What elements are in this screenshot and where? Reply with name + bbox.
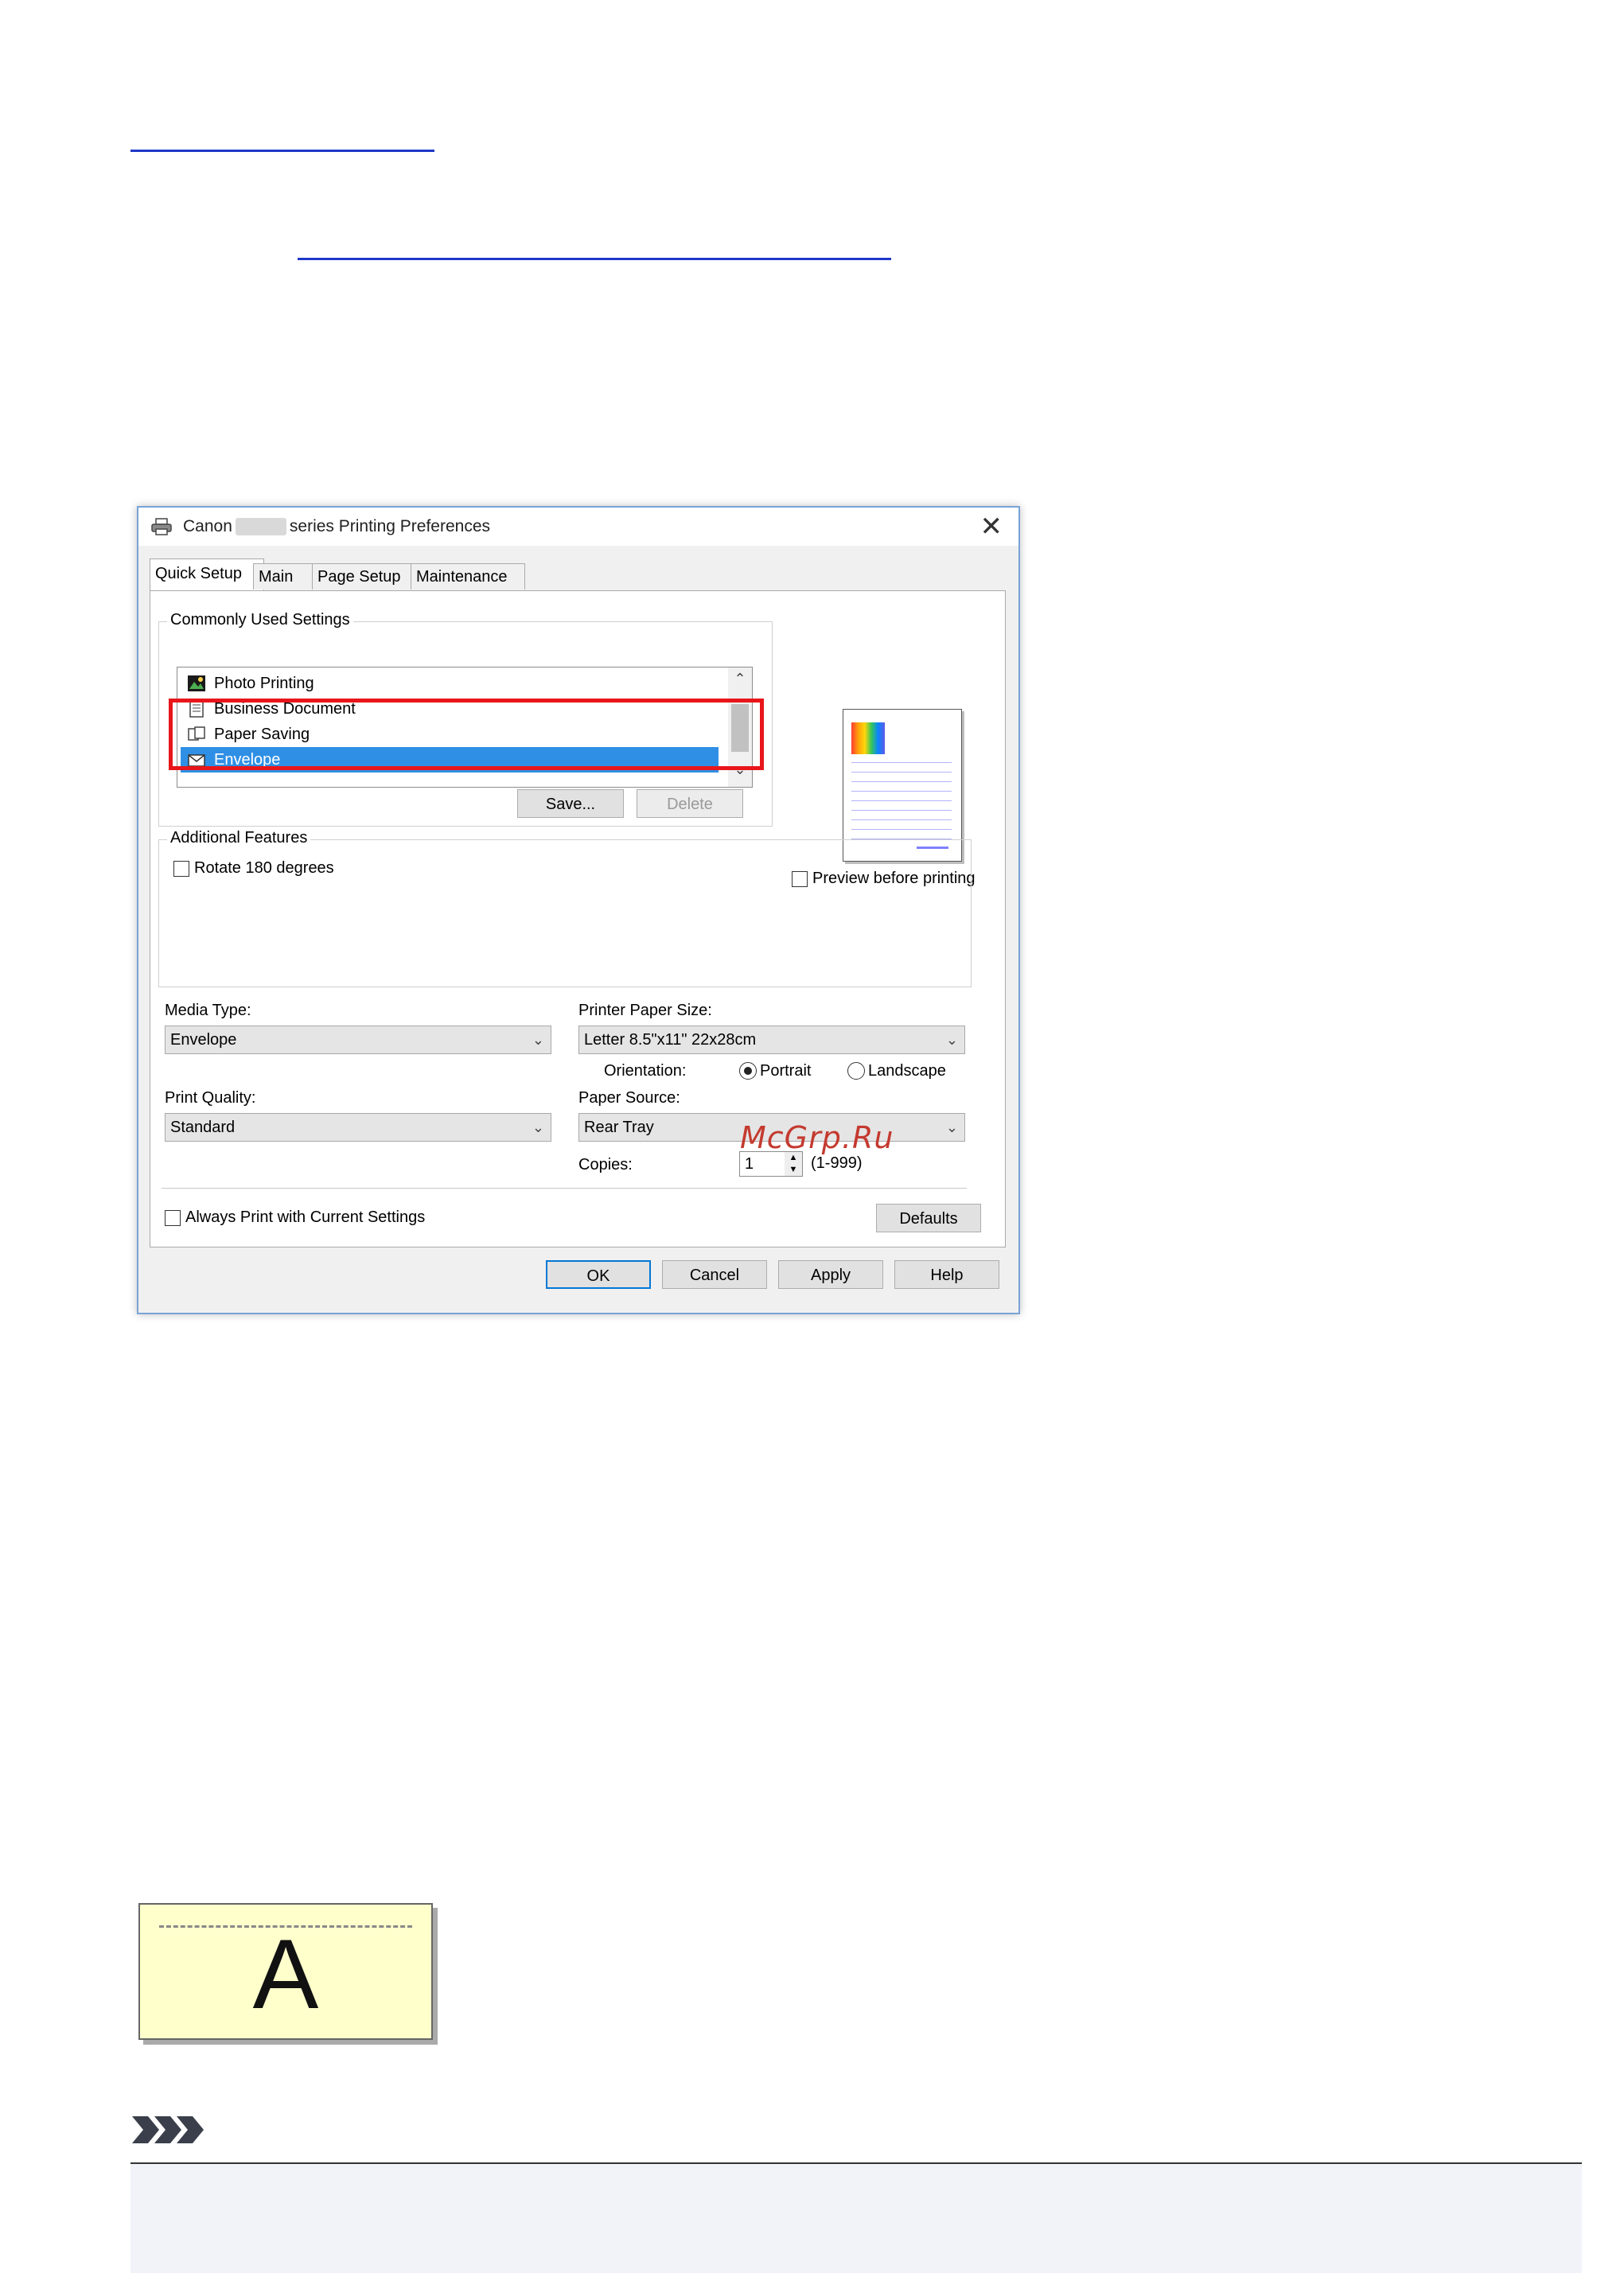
divider (162, 1188, 967, 1189)
copies-value: 1 (745, 1155, 754, 1173)
always-print-label: Always Print with Current Settings (185, 1209, 426, 1226)
note-box (130, 2164, 1582, 2273)
chevron-down-icon: ⌄ (945, 1032, 958, 1048)
group-label-commonly-used: Commonly Used Settings (167, 611, 353, 629)
title-bar: Canon series Printing Preferences ✕ (138, 508, 1018, 546)
chevron-down-icon: ⌄ (945, 1119, 958, 1135)
copies-label: Copies: (578, 1156, 633, 1173)
printer-paper-size-label: Printer Paper Size: (578, 1002, 712, 1019)
watermark: McGrp.Ru (740, 1120, 894, 1155)
portrait-label: Portrait (760, 1062, 812, 1080)
print-quality-value: Standard (170, 1119, 236, 1136)
paper-source-value: Rear Tray (584, 1119, 654, 1136)
landscape-label: Landscape (868, 1062, 946, 1080)
cancel-button[interactable]: Cancel (662, 1260, 767, 1289)
defaults-button[interactable]: Defaults (876, 1204, 981, 1232)
tab-quick-setup[interactable]: Quick Setup (150, 559, 264, 591)
media-type-value: Envelope (170, 1031, 237, 1049)
printer-icon (151, 518, 172, 535)
envelope-illustration: A (138, 1903, 433, 2040)
printer-paper-size-value: Letter 8.5"x11" 22x28cm (584, 1031, 757, 1049)
title-suffix: series Printing Preferences (289, 517, 491, 535)
paper-source-label: Paper Source: (578, 1089, 680, 1107)
color-strip (851, 722, 885, 754)
rotate-180-checkbox[interactable] (173, 861, 189, 877)
print-quality-label: Print Quality: (165, 1089, 256, 1107)
close-icon[interactable]: ✕ (980, 511, 1003, 543)
envelope-letter: A (252, 1920, 319, 2030)
copies-range: (1-999) (811, 1154, 863, 1172)
ok-button[interactable]: OK (546, 1260, 651, 1289)
highlight-box (169, 699, 764, 770)
spinner-arrows-icon[interactable]: ▲ ▼ (785, 1152, 802, 1176)
portrait-radio[interactable] (739, 1062, 757, 1080)
photo-icon (188, 675, 205, 691)
tab-page-setup[interactable]: Page Setup (312, 563, 422, 590)
link-underline-2[interactable] (298, 258, 891, 260)
link-underline-1[interactable] (130, 150, 434, 152)
note-icon (132, 2116, 204, 2143)
apply-button[interactable]: Apply (778, 1260, 883, 1289)
orientation-label: Orientation: (604, 1062, 687, 1080)
landscape-radio[interactable] (847, 1062, 865, 1080)
chevron-down-icon: ⌄ (532, 1032, 544, 1048)
rotate-180-label: Rotate 180 degrees (194, 859, 334, 877)
additional-features-group: Additional Features Rotate 180 degrees (158, 829, 972, 987)
save-button[interactable]: Save... (517, 789, 624, 818)
list-item-label: Photo Printing (214, 675, 314, 692)
help-button[interactable]: Help (894, 1260, 999, 1289)
media-type-label: Media Type: (165, 1002, 251, 1019)
media-type-select[interactable]: Envelope ⌄ (165, 1026, 551, 1054)
always-print-checkbox[interactable] (165, 1210, 181, 1226)
delete-button[interactable]: Delete (637, 789, 743, 818)
chevron-down-icon: ⌄ (532, 1119, 544, 1135)
window-title: Canon series Printing Preferences (183, 517, 490, 536)
redacted-model (235, 518, 286, 536)
tab-maintenance[interactable]: Maintenance (411, 563, 525, 590)
group-label-additional-features: Additional Features (167, 829, 311, 847)
printing-preferences-dialog: Canon series Printing Preferences ✕ Quick… (137, 506, 1020, 1314)
title-prefix: Canon (183, 517, 232, 535)
printer-paper-size-select[interactable]: Letter 8.5"x11" 22x28cm ⌄ (578, 1026, 965, 1054)
scroll-up-icon[interactable]: ⌃ (728, 671, 752, 687)
print-quality-select[interactable]: Standard ⌄ (165, 1113, 551, 1142)
list-item-photo-printing[interactable]: Photo Printing (181, 671, 719, 696)
